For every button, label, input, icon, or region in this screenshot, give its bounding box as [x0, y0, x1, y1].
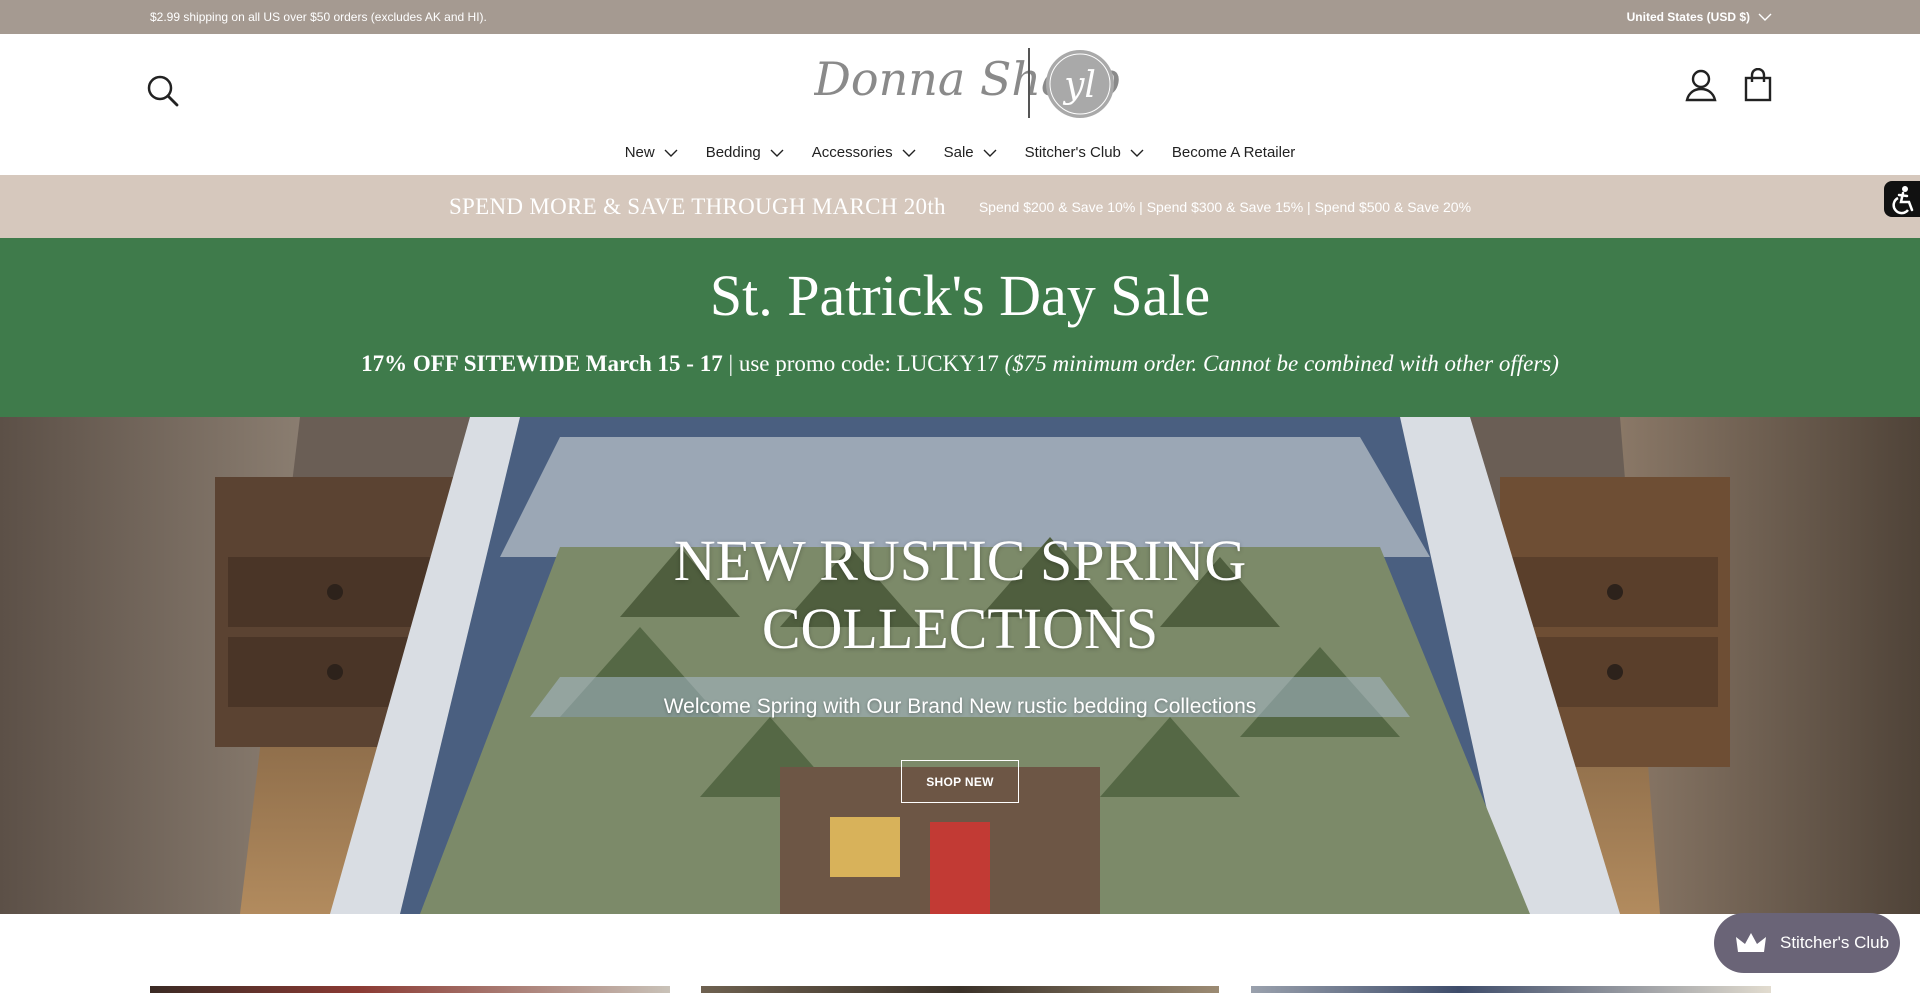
nav-label: Sale [943, 144, 974, 161]
chevron-down-icon [1130, 149, 1144, 157]
cart-button[interactable] [1744, 67, 1772, 102]
widget-label: Stitcher's Club [1780, 933, 1890, 952]
nav-item-bedding[interactable]: Bedding [692, 144, 798, 161]
site-header: Donna Sharp yl New Bedding Accessories S… [0, 34, 1920, 175]
chevron-down-icon [1758, 13, 1772, 21]
sale-title: St. Patrick's Day Sale [709, 263, 1211, 328]
shop-new-button[interactable]: SHOP NEW [901, 760, 1019, 803]
nav-label: Stitcher's Club [1024, 144, 1121, 161]
nav-item-new[interactable]: New [611, 144, 692, 161]
accessibility-icon [1892, 186, 1914, 215]
hero-heading-line2: COLLECTIONS [761, 596, 1159, 661]
promo-headline: SPEND MORE & SAVE THROUGH MARCH 20th [448, 193, 946, 219]
chevron-down-icon [664, 149, 678, 157]
hero-subheading: Welcome Spring with Our Brand New rustic… [663, 695, 1257, 718]
nav-label: Become A Retailer [1171, 144, 1296, 161]
accessibility-button[interactable] [1884, 181, 1920, 217]
logo-mark: Donna Sharp yl [813, 48, 1120, 118]
main-nav: New Bedding Accessories Sale Stitcher's … [0, 144, 1920, 161]
shopping-bag-icon [1744, 67, 1772, 102]
hero-image [0, 417, 1920, 914]
nav-item-stitchers-club[interactable]: Stitcher's Club [1011, 144, 1158, 161]
nav-item-become-retailer[interactable]: Become A Retailer [1158, 144, 1309, 161]
chevron-down-icon [770, 149, 784, 157]
logo-badge-text: yl [1062, 65, 1096, 106]
promo-code-text: use promo code: LUCKY17 [738, 351, 1005, 376]
account-icon [1685, 69, 1717, 102]
nav-label: Bedding [705, 144, 761, 161]
sale-offer: 17% OFF SITEWIDE March 15 - 17 [361, 351, 723, 376]
chevron-down-icon [902, 149, 916, 157]
sale-offer-line: 17% OFF SITEWIDE March 15 - 17 | use pro… [0, 351, 1920, 377]
promo-details: Spend $200 & Save 10% | Spend $300 & Sav… [978, 198, 1472, 215]
nav-item-accessories[interactable]: Accessories [798, 144, 930, 161]
nav-label: New [624, 144, 655, 161]
account-button[interactable] [1684, 68, 1718, 102]
nav-item-sale[interactable]: Sale [930, 144, 1011, 161]
promo-banner[interactable]: SPEND MORE & SAVE THROUGH MARCH 20th Spe… [0, 175, 1920, 238]
site-logo[interactable]: Donna Sharp yl [813, 48, 1120, 118]
chevron-down-icon [983, 149, 997, 157]
collection-row [0, 986, 1920, 993]
hero-heading-line1: NEW RUSTIC SPRING [673, 528, 1247, 593]
sale-banner: St. Patrick's Day Sale 17% OFF SITEWIDE … [0, 238, 1920, 417]
sale-separator: | [722, 351, 739, 376]
hero-banner[interactable]: NEW RUSTIC SPRING COLLECTIONS Welcome Sp… [0, 417, 1920, 914]
collection-card[interactable] [701, 986, 1219, 993]
collection-card[interactable] [150, 986, 670, 993]
sale-terms: ($75 minimum order. Cannot be combined w… [1004, 351, 1559, 376]
announcement-bar: $2.99 shipping on all US over $50 orders… [0, 0, 1920, 34]
shipping-notice: $2.99 shipping on all US over $50 orders… [150, 10, 487, 24]
region-selector[interactable]: United States (USD $) [1627, 10, 1772, 24]
nav-label: Accessories [811, 144, 893, 161]
crown-icon [1736, 933, 1766, 952]
hero-heading: NEW RUSTIC SPRING COLLECTIONS [0, 527, 1920, 663]
search-button[interactable] [146, 74, 180, 108]
region-label: United States (USD $) [1626, 10, 1750, 24]
search-icon [147, 75, 179, 107]
stitchers-club-widget[interactable]: Stitcher's Club [1714, 913, 1900, 973]
collection-card[interactable] [1251, 986, 1771, 993]
